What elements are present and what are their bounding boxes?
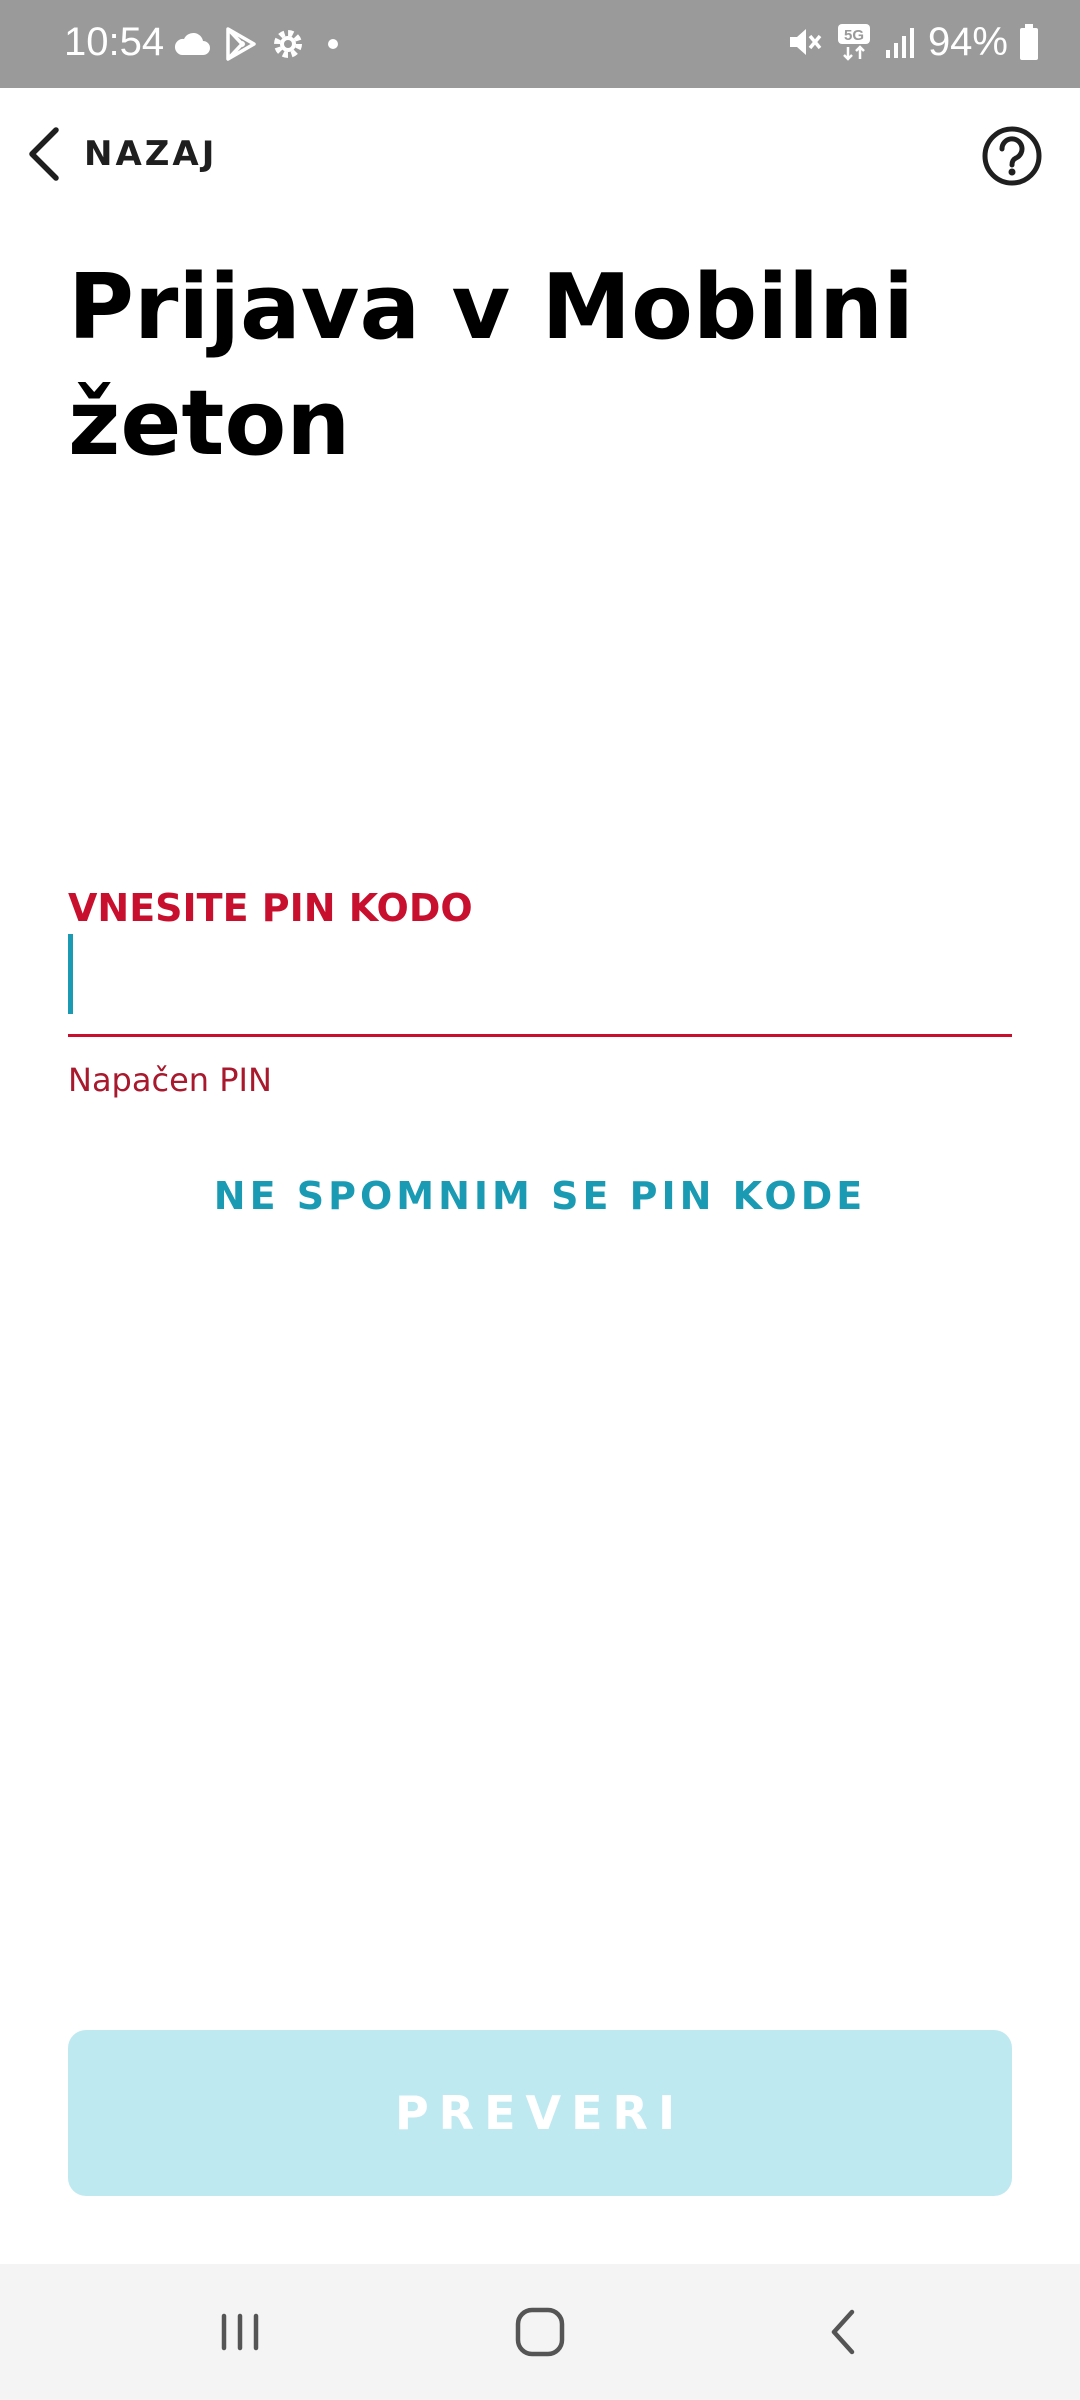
battery-icon (1020, 24, 1038, 60)
5g-icon: 5G (837, 24, 870, 61)
pin-field[interactable] (68, 928, 1012, 1037)
verify-button[interactable]: PREVERI (68, 2030, 1012, 2196)
signal-icon (885, 28, 914, 58)
verify-button-label: PREVERI (394, 2086, 686, 2140)
cloud-icon (174, 32, 210, 55)
status-bar: 10:54 5G 94% (0, 0, 1080, 88)
pin-error-text: Napačen PIN (68, 1061, 272, 1099)
system-nav-bar (0, 2264, 1080, 2400)
back-button[interactable]: NAZAJ (24, 118, 217, 190)
chevron-left-icon (29, 127, 59, 181)
status-time: 10:54 (64, 20, 165, 64)
page-title: Prijava v Mobilni žeton (68, 255, 914, 476)
battery-percent: 94% (927, 20, 1008, 64)
dot-icon (328, 39, 338, 49)
play-store-icon (226, 27, 256, 61)
help-circle-icon[interactable] (980, 124, 1044, 188)
settings-gear-icon (274, 30, 302, 58)
forgot-pin-link[interactable]: NE SPOMNIM SE PIN KODE (0, 1168, 1080, 1224)
back-label: NAZAJ (84, 134, 218, 174)
5g-text: 5G (844, 27, 864, 44)
mute-icon (789, 29, 822, 55)
pin-input[interactable] (68, 928, 1012, 1034)
status-left-icons (172, 20, 348, 68)
pin-label: VNESITE PIN KODO (68, 886, 473, 930)
back-icon[interactable] (808, 2296, 880, 2368)
status-right-icons: 5G 94% (784, 16, 1040, 68)
recent-apps-icon[interactable] (204, 2296, 276, 2368)
home-icon[interactable] (504, 2296, 576, 2368)
top-bar: NAZAJ (0, 88, 1080, 226)
